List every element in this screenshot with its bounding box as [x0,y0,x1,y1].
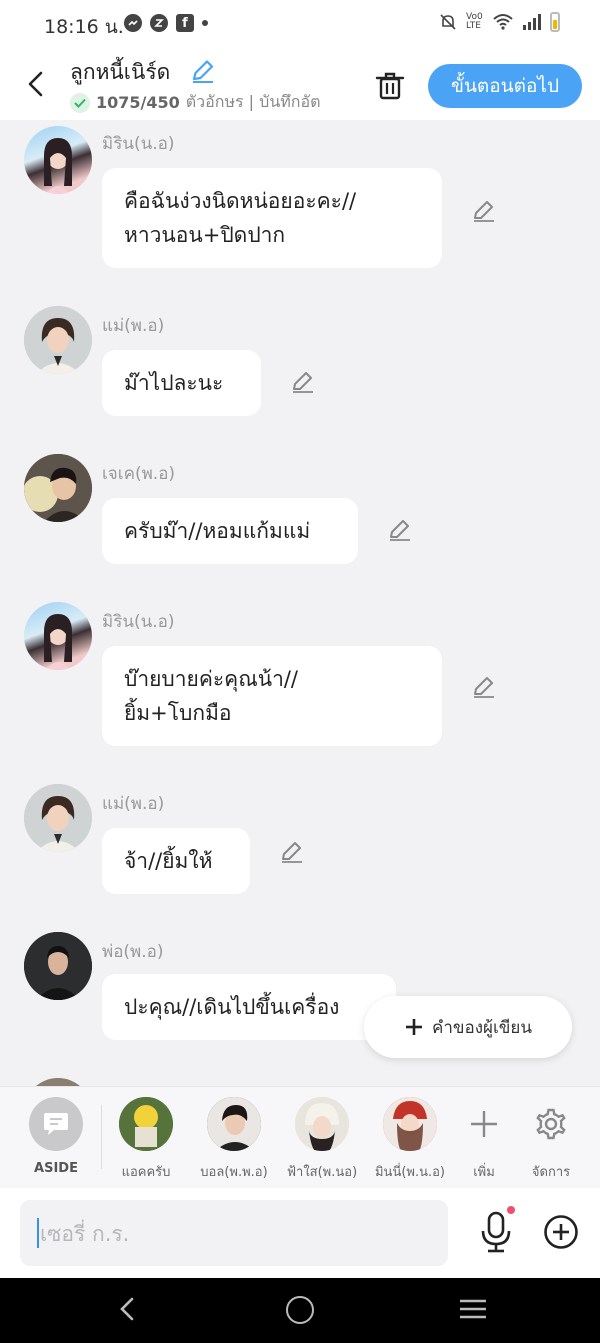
facebook-icon: f [176,14,194,32]
author-note-button[interactable]: คำของผู้เขียน [364,996,572,1058]
next-step-button[interactable]: ขั้นตอนต่อไป [428,64,582,108]
message-input[interactable] [20,1200,442,1268]
wifi-icon [493,14,513,30]
message-line: จ้า//ยิ้มให้ [124,849,213,873]
char-count-line: 1075/450 ตัวอักษร | บันทึกอัต [70,90,350,115]
plus-icon [405,1019,422,1035]
message-input-container[interactable] [20,1200,448,1268]
speaker-name: มิริน(น.อ) [102,612,175,632]
more-notifications-dot [202,20,208,26]
signal-icon [523,14,541,30]
message-line: หาวนอน+ปิดปาก [124,223,286,247]
character-item[interactable]: ฟ้าใส(พ.นอ) [282,1097,362,1182]
edit-message-icon[interactable] [290,369,316,395]
divider [101,1105,102,1169]
nav-home-icon[interactable] [286,1296,314,1324]
edit-message-icon[interactable] [471,198,497,224]
check-icon [70,92,90,113]
manage-label: จัดการ [531,1165,571,1180]
character-name: บอล(พ.พ.อ) [200,1165,268,1180]
plus-icon [471,1111,497,1137]
avatar[interactable] [24,454,92,522]
chat-area[interactable]: มิริน(น.อ) คือฉันง่วงนิดหน่อยอะคะ// หาวน… [0,120,600,1086]
nav-recents-icon[interactable] [458,1298,488,1320]
speaker-name: เจเค(พ.อ) [102,464,176,484]
character-item[interactable]: บอล(พ.พ.อ) [194,1097,274,1182]
message-line: ปะคุณ//เดินไปขึ้นเครื่อง [124,995,340,1019]
character-item[interactable]: มินนี่(พ.น.อ) [370,1097,450,1182]
battery-icon [550,12,560,32]
trash-icon[interactable] [372,68,408,104]
avatar[interactable] [24,602,92,670]
avatar [207,1097,261,1151]
recording-dot [507,1206,515,1214]
edit-message-icon[interactable] [279,839,305,865]
gear-icon [536,1108,566,1140]
message-line: ยิ้ม+โบกมือ [124,701,232,725]
status-time: 18:16 น. [44,16,124,38]
autosave-label: ตัวอักษร | บันทึกอัต [185,92,321,111]
status-notifications: f [124,14,208,32]
message-bubble[interactable]: จ้า//ยิ้มให้ [102,828,250,894]
message-line: ครับม๊า//หอมแก้มแม่ [124,519,311,543]
speaker-name: แม่(พ.อ) [102,794,165,814]
edit-title-icon[interactable] [190,58,216,84]
edit-message-icon[interactable] [471,674,497,700]
avatar[interactable] [24,126,92,194]
status-system-icons: Vo0 LTE [438,12,560,32]
message-bubble[interactable]: ครับม๊า//หอมแก้มแม่ [102,498,358,564]
character-name: ฟ้าใส(พ.นอ) [286,1165,358,1180]
chevron-left-icon [28,71,43,97]
back-button[interactable] [20,64,50,104]
avatar[interactable] [24,932,92,1000]
char-count: 1075/450 [96,93,180,112]
messenger-icon [124,14,142,32]
message-bubble[interactable]: บ๊ายบายค่ะคุณน้า// ยิ้ม+โบกมือ [102,646,442,746]
editor-header: ลูกหนี้เนิร์ด 1075/450 ตัวอักษร | บันทึก… [0,50,600,120]
manage-characters-button[interactable]: จัดการ [511,1097,591,1182]
nav-back-icon[interactable] [116,1296,138,1322]
mute-icon [440,14,456,30]
input-bar [0,1188,600,1278]
character-name: มินนี่(พ.น.อ) [374,1165,445,1180]
message-bubble[interactable]: คือฉันง่วงนิดหน่อยอะคะ// หาวนอน+ปิดปาก [102,168,442,268]
avatar [383,1097,437,1151]
aside-label: ASIDE [34,1161,78,1176]
text-caret [37,1218,39,1248]
message-line: ม๊าไปละนะ [124,371,224,395]
message-line: บ๊ายบายค่ะคุณน้า// [124,667,299,691]
avatar[interactable] [24,1078,92,1086]
avatar [119,1097,173,1151]
author-note-label: คำของผู้เขียน [431,1017,533,1038]
speaker-name: มิริน(น.อ) [102,134,175,154]
speaker-name: แม่(พ.อ) [102,316,165,336]
threads-icon [150,14,168,32]
aside-button[interactable]: ASIDE [16,1097,96,1176]
avatar[interactable] [24,306,92,374]
character-bar: ASIDE แอคครับ บอล(พ.พ.อ) ฟ้าใส(พ.นอ) มิน… [0,1086,600,1189]
aside-icon [29,1097,83,1151]
network-label: Vo0 LTE [466,12,483,31]
avatar [295,1097,349,1151]
system-nav-bar [0,1278,600,1343]
message-bubble[interactable]: ม๊าไปละนะ [102,350,261,416]
message-bubble[interactable]: ปะคุณ//เดินไปขึ้นเครื่อง [102,974,396,1040]
story-title[interactable]: ลูกหนี้เนิร์ด [70,56,170,89]
avatar[interactable] [24,784,92,852]
status-bar: 18:16 น. f Vo0 LTE [0,0,600,50]
character-name: แอคครับ [121,1165,171,1180]
add-circle-icon[interactable] [543,1214,579,1250]
character-item[interactable]: แอคครับ [106,1097,186,1182]
message-line: คือฉันง่วงนิดหน่อยอะคะ// [124,189,357,213]
edit-message-icon[interactable] [387,517,413,543]
microphone-icon[interactable] [478,1210,514,1254]
speaker-name: พ่อ(พ.อ) [102,942,164,962]
